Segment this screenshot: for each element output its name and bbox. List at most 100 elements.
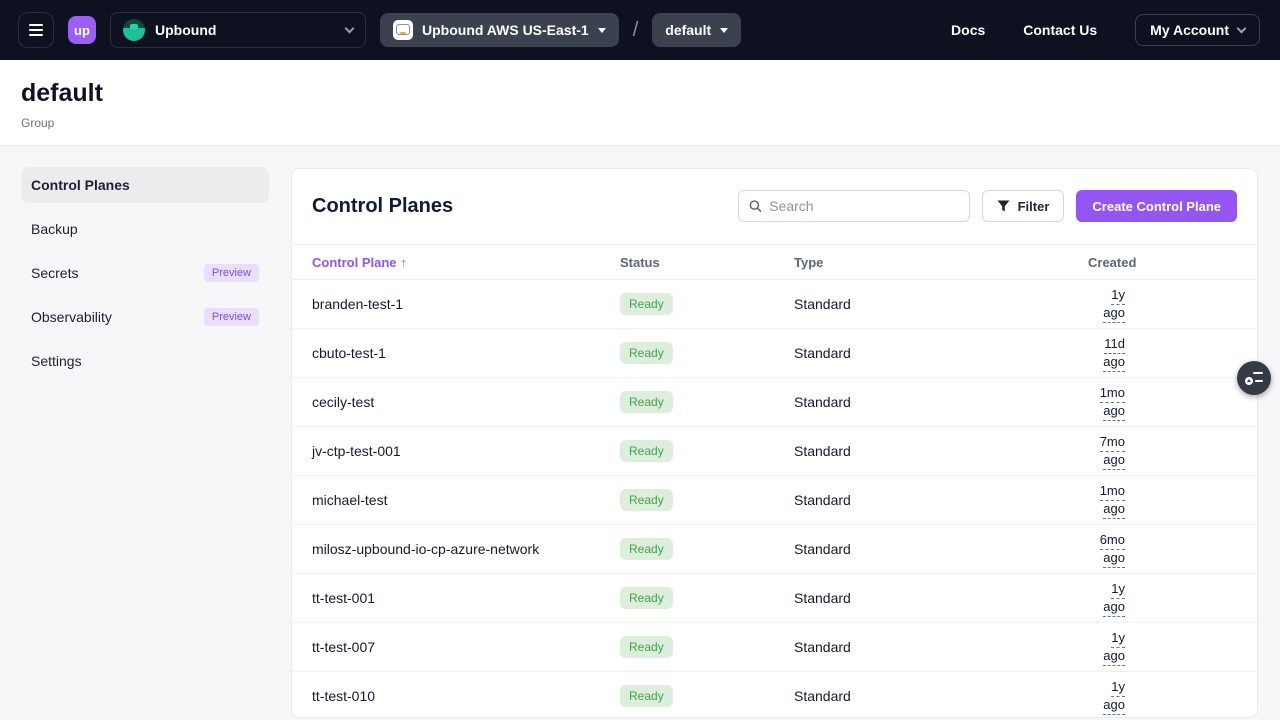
status-badge: Ready bbox=[620, 293, 673, 315]
table-row[interactable]: branden-test-1 Ready Standard 1y ago bbox=[292, 280, 1257, 329]
menu-icon[interactable] bbox=[18, 12, 54, 48]
search-input[interactable] bbox=[769, 198, 958, 214]
created-cell: 1mo ago bbox=[1088, 384, 1237, 420]
type-cell: Standard bbox=[794, 639, 1088, 655]
created-value: 11d ago bbox=[1103, 336, 1125, 372]
created-value: 1y ago bbox=[1103, 679, 1125, 715]
status-cell: Ready bbox=[620, 587, 794, 609]
control-plane-name: tt-test-001 bbox=[312, 590, 620, 606]
status-badge: Ready bbox=[620, 685, 673, 707]
status-cell: Ready bbox=[620, 391, 794, 413]
table-row[interactable]: jv-ctp-test-001 Ready Standard 7mo ago bbox=[292, 427, 1257, 476]
body-area: Control Planes Backup Secrets Preview Ob… bbox=[0, 146, 1280, 718]
created-cell: 1y ago bbox=[1088, 286, 1237, 322]
control-plane-icon bbox=[393, 20, 413, 40]
filter-button-label: Filter bbox=[1018, 199, 1050, 214]
table-body: branden-test-1 Ready Standard 1y ago cbu… bbox=[292, 280, 1257, 718]
page-subtitle: Group bbox=[21, 116, 1280, 130]
created-cell: 1y ago bbox=[1088, 580, 1237, 616]
created-value: 7mo ago bbox=[1100, 434, 1125, 470]
create-control-plane-button[interactable]: Create Control Plane bbox=[1076, 190, 1237, 222]
my-account-label: My Account bbox=[1150, 22, 1229, 38]
status-badge: Ready bbox=[620, 342, 673, 364]
group-selector-dropdown[interactable]: default bbox=[652, 13, 741, 47]
region-selector-label: Upbound AWS US-East-1 bbox=[422, 22, 589, 38]
column-header-type[interactable]: Type bbox=[794, 255, 1088, 270]
table-row[interactable]: tt-test-007 Ready Standard 1y ago bbox=[292, 623, 1257, 672]
created-cell: 7mo ago bbox=[1088, 433, 1237, 469]
chevron-down-icon bbox=[1237, 23, 1247, 33]
created-value: 1y ago bbox=[1103, 630, 1125, 666]
created-cell: 1mo ago bbox=[1088, 482, 1237, 518]
created-value: 1mo ago bbox=[1100, 385, 1125, 421]
status-badge: Ready bbox=[620, 440, 673, 462]
status-cell: Ready bbox=[620, 538, 794, 560]
control-planes-panel: Control Planes Filter Create Control Pla… bbox=[291, 168, 1258, 718]
control-plane-name: cecily-test bbox=[312, 394, 620, 410]
control-plane-name: cbuto-test-1 bbox=[312, 345, 620, 361]
caret-down-icon bbox=[720, 28, 728, 33]
table-row[interactable]: tt-test-001 Ready Standard 1y ago bbox=[292, 574, 1257, 623]
type-cell: Standard bbox=[794, 590, 1088, 606]
sidebar-item-backup[interactable]: Backup bbox=[21, 211, 269, 247]
column-header-label: Control Plane bbox=[312, 255, 397, 270]
table-row[interactable]: milosz-upbound-io-cp-azure-network Ready… bbox=[292, 525, 1257, 574]
control-plane-name: milosz-upbound-io-cp-azure-network bbox=[312, 541, 620, 557]
created-value: 1y ago bbox=[1103, 287, 1125, 323]
status-badge: Ready bbox=[620, 538, 673, 560]
control-plane-name: michael-test bbox=[312, 492, 620, 508]
my-account-dropdown[interactable]: My Account bbox=[1135, 14, 1260, 46]
column-header-control-plane[interactable]: Control Plane ↑ bbox=[312, 255, 620, 270]
table-row[interactable]: tt-test-010 Ready Standard 1y ago bbox=[292, 672, 1257, 718]
group-selector-label: default bbox=[665, 22, 711, 38]
status-cell: Ready bbox=[620, 293, 794, 315]
filter-button[interactable]: Filter bbox=[982, 190, 1065, 222]
org-selector-dropdown[interactable]: Upbound bbox=[110, 12, 366, 48]
table-row[interactable]: cecily-test Ready Standard 1mo ago bbox=[292, 378, 1257, 427]
status-cell: Ready bbox=[620, 685, 794, 707]
page-header: default Group bbox=[0, 60, 1280, 146]
sidebar-item-secrets[interactable]: Secrets Preview bbox=[21, 255, 269, 291]
table-row[interactable]: cbuto-test-1 Ready Standard 11d ago bbox=[292, 329, 1257, 378]
status-badge: Ready bbox=[620, 489, 673, 511]
preview-badge: Preview bbox=[204, 308, 259, 326]
table-row[interactable]: michael-test Ready Standard 1mo ago bbox=[292, 476, 1257, 525]
sidebar-item-control-planes[interactable]: Control Planes bbox=[21, 167, 269, 203]
docs-link[interactable]: Docs bbox=[951, 22, 985, 38]
chevron-down-icon bbox=[345, 23, 355, 33]
feedback-widget-button[interactable] bbox=[1237, 361, 1271, 395]
sort-ascending-icon: ↑ bbox=[401, 255, 408, 270]
sidebar-item-label: Control Planes bbox=[31, 177, 130, 193]
control-plane-name: tt-test-010 bbox=[312, 688, 620, 704]
panel-header: Control Planes Filter Create Control Pla… bbox=[292, 169, 1257, 244]
sidebar-item-label: Observability bbox=[31, 309, 112, 325]
created-value: 1y ago bbox=[1103, 581, 1125, 617]
status-cell: Ready bbox=[620, 342, 794, 364]
column-header-created[interactable]: Created bbox=[1088, 255, 1248, 270]
breadcrumb-separator: / bbox=[633, 19, 639, 42]
sidebar-item-observability[interactable]: Observability Preview bbox=[21, 299, 269, 335]
type-cell: Standard bbox=[794, 345, 1088, 361]
type-cell: Standard bbox=[794, 541, 1088, 557]
type-cell: Standard bbox=[794, 296, 1088, 312]
status-cell: Ready bbox=[620, 636, 794, 658]
upbound-logo[interactable]: up bbox=[68, 16, 96, 44]
column-header-status[interactable]: Status bbox=[620, 255, 794, 270]
status-badge: Ready bbox=[620, 636, 673, 658]
region-selector-dropdown[interactable]: Upbound AWS US-East-1 bbox=[380, 13, 619, 47]
control-plane-name: branden-test-1 bbox=[312, 296, 620, 312]
contact-us-link[interactable]: Contact Us bbox=[1023, 22, 1097, 38]
changelog-list-icon bbox=[1245, 372, 1263, 385]
sidebar-item-settings[interactable]: Settings bbox=[21, 343, 269, 379]
caret-down-icon bbox=[598, 28, 606, 33]
type-cell: Standard bbox=[794, 688, 1088, 704]
created-cell: 1y ago bbox=[1088, 629, 1237, 665]
status-cell: Ready bbox=[620, 489, 794, 511]
panel-title: Control Planes bbox=[312, 195, 738, 218]
created-value: 6mo ago bbox=[1100, 532, 1125, 568]
sidebar-item-label: Backup bbox=[31, 221, 78, 237]
org-avatar bbox=[123, 19, 145, 41]
type-cell: Standard bbox=[794, 443, 1088, 459]
control-plane-name: jv-ctp-test-001 bbox=[312, 443, 620, 459]
status-badge: Ready bbox=[620, 391, 673, 413]
